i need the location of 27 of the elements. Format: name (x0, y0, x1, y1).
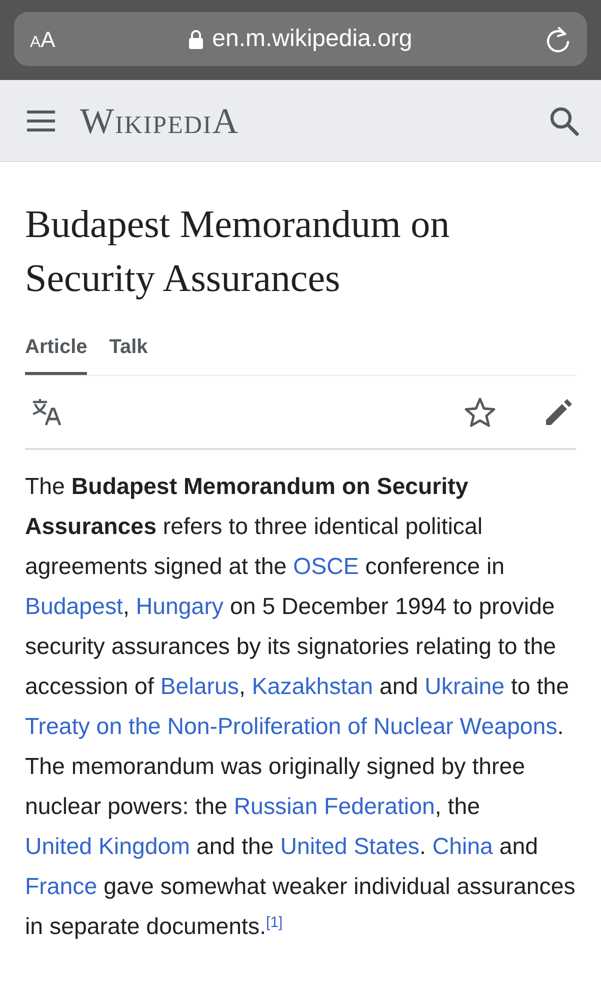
article-link[interactable]: United Kingdom (25, 833, 190, 859)
address-bar[interactable]: AA en.m.wikipedia.org (14, 12, 587, 66)
article-link[interactable]: Treaty on the Non-Proliferation of Nuclear Weapons (25, 713, 558, 739)
lock-icon (188, 29, 204, 49)
search-button[interactable] (549, 106, 579, 136)
page-tab[interactable]: Talk (109, 332, 148, 375)
star-icon[interactable] (464, 397, 496, 427)
article-link[interactable]: Ukraine (424, 673, 505, 699)
article-link[interactable]: Kazakhstan (252, 673, 374, 699)
article-link[interactable]: Budapest (25, 593, 123, 619)
article-link[interactable]: France (25, 873, 98, 899)
url-text: en.m.wikipedia.org (212, 24, 412, 54)
reload-button[interactable] (545, 25, 571, 53)
article-link[interactable]: Russian Federation (234, 793, 435, 819)
article-link[interactable]: Belarus (160, 673, 239, 699)
edit-pencil-icon[interactable] (544, 397, 574, 427)
page-tab[interactable]: Article (25, 332, 88, 375)
text-size-button[interactable]: AA (30, 22, 56, 56)
article-link[interactable]: United States (280, 833, 420, 859)
language-button[interactable] (31, 398, 63, 426)
page-title: Budapest Memorandum on Security Assurances (25, 202, 451, 302)
reference-link[interactable]: [1] (266, 914, 283, 930)
menu-button[interactable] (26, 110, 56, 132)
article-link[interactable]: Hungary (136, 593, 224, 619)
article-link[interactable]: China (432, 833, 493, 859)
intro-paragraph: The Budapest Memorandum on Security Assurances refers to three identical political agreements signed at the OSCE conference in Budapest, Hungary on 5 December 1994 to provide security assurances by its signatories relating to the accession of Belarus, Kazakhstan and Ukraine to the Treaty on the Non-Proliferation of Nuclear Weapons. The memorandum was originally signed by three nuclear powers: the Russian Federation, the United Kingdom and the United States. China and France gave somewhat weaker individual assurances in separate documents.$^{[1]}$ (25, 472, 576, 941)
article-link[interactable]: OSCE (293, 553, 359, 579)
